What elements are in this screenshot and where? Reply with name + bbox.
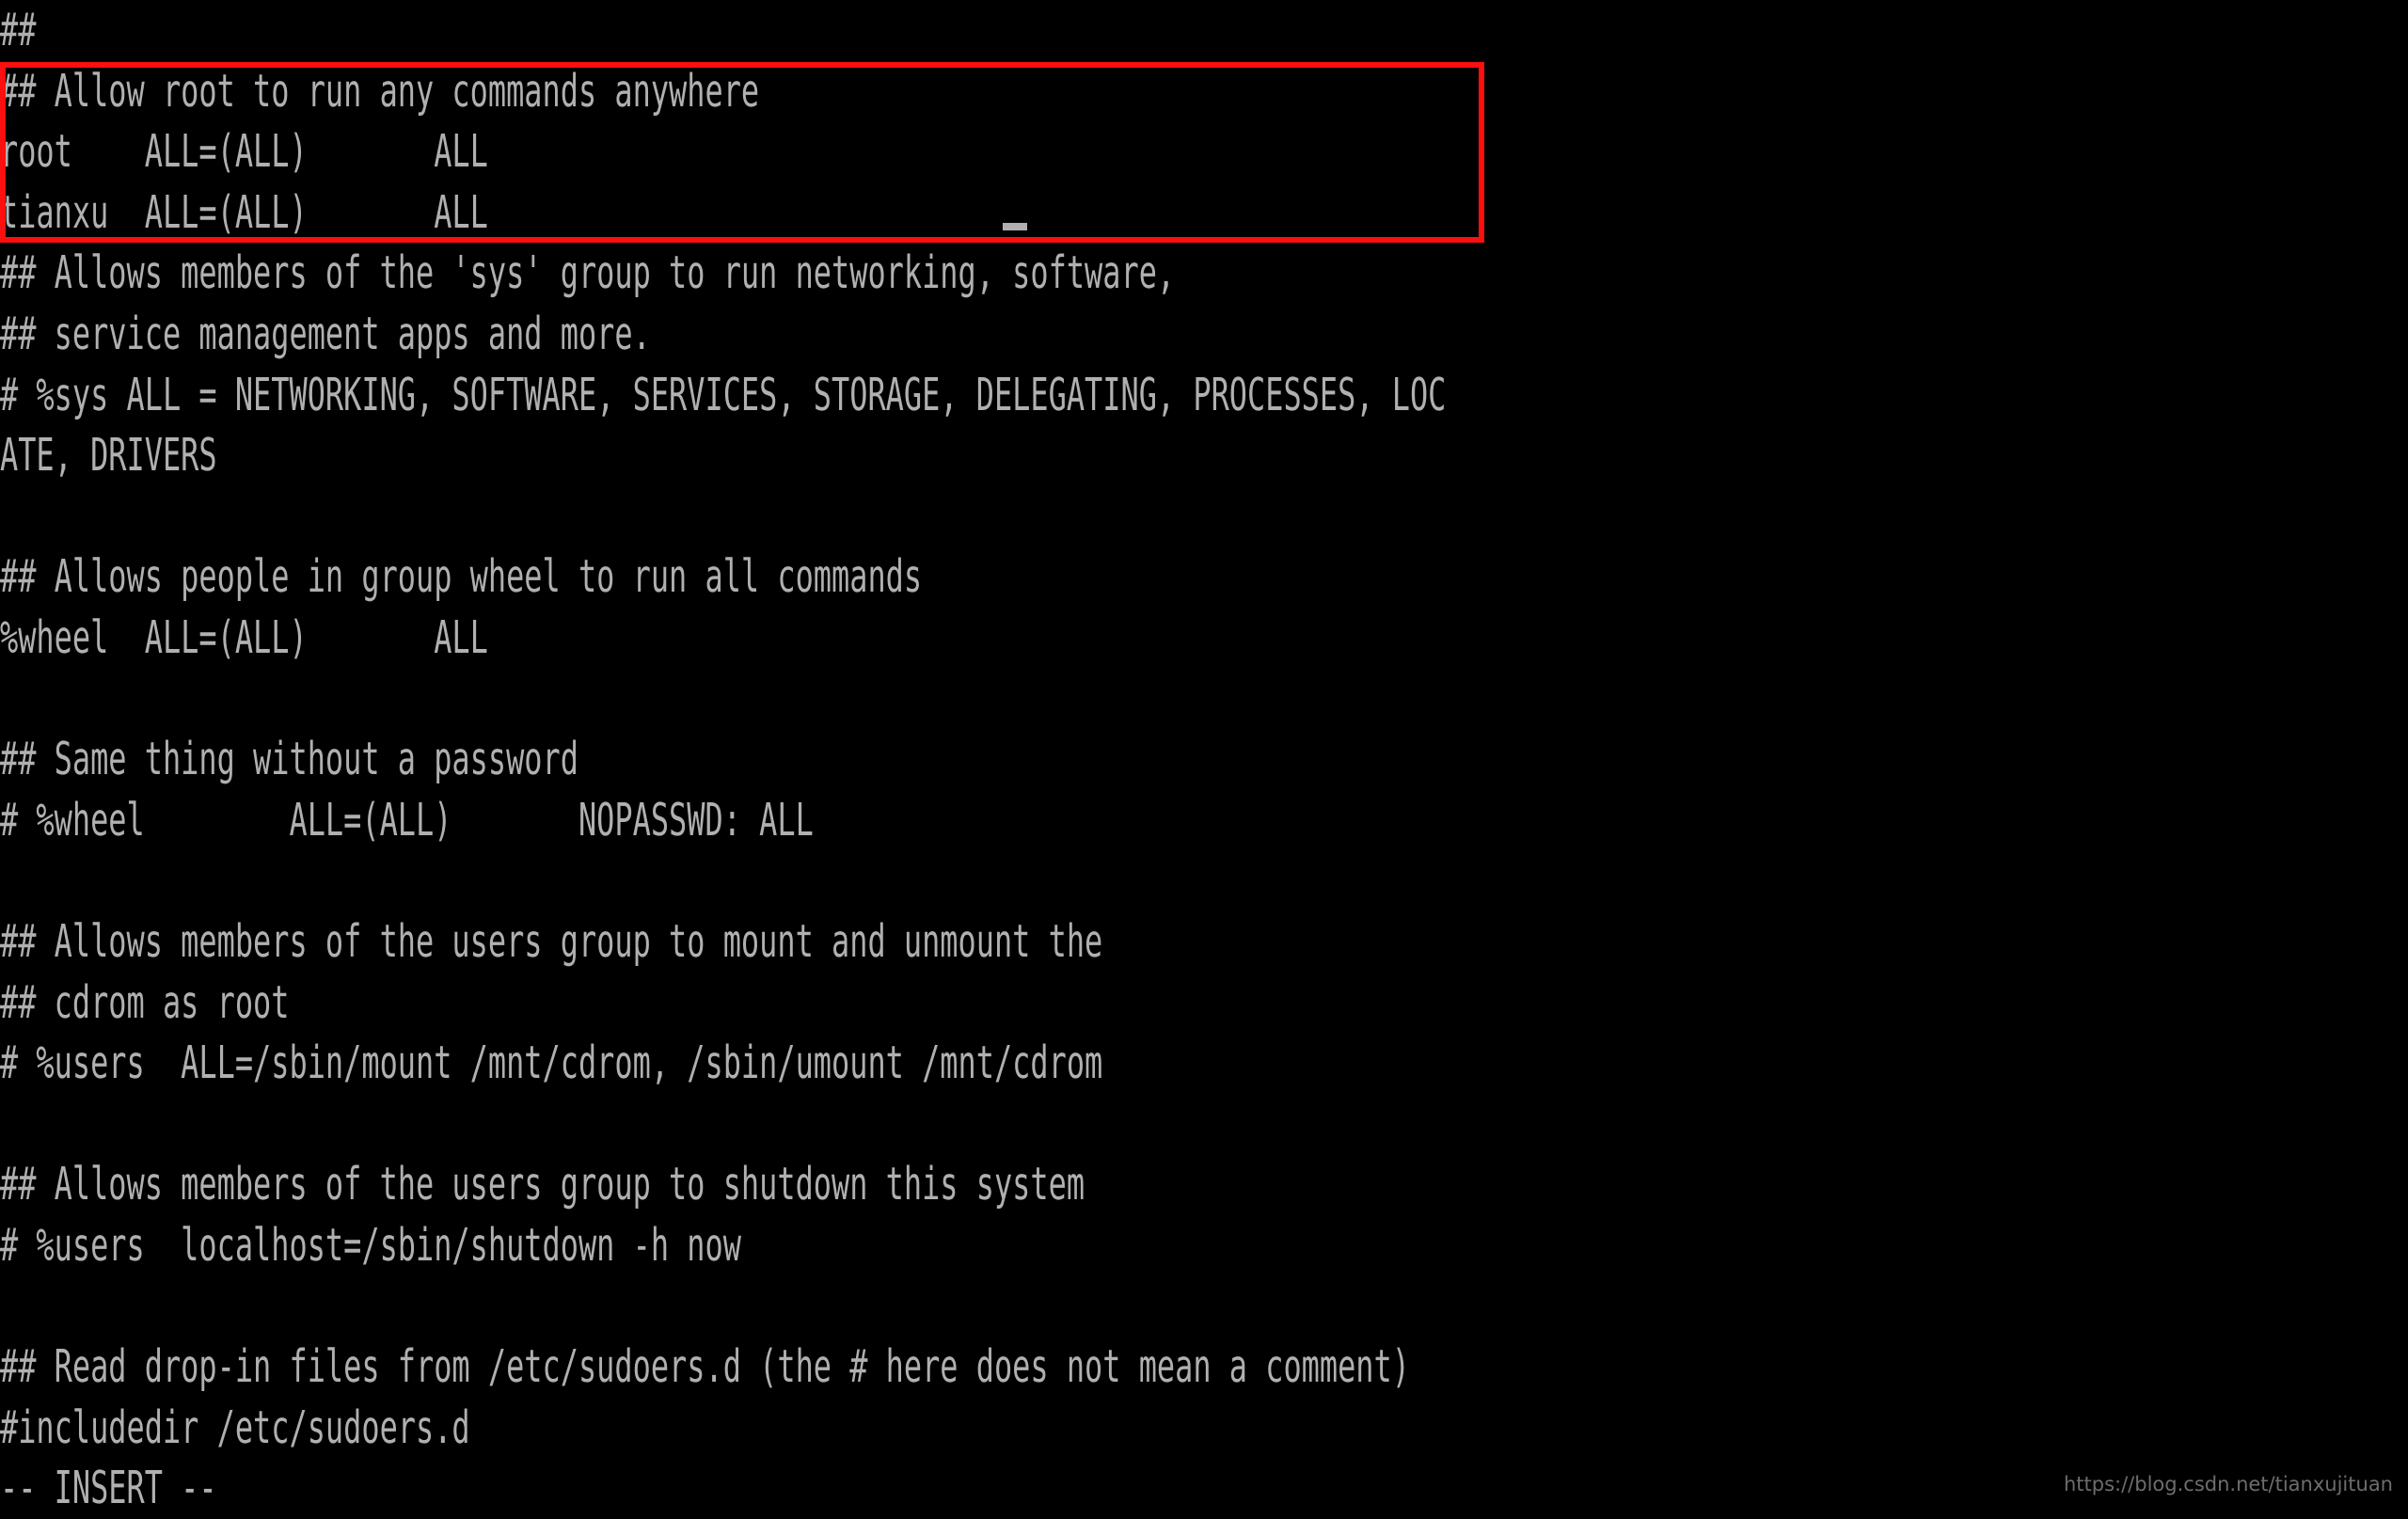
terminal-line: ## Same thing without a password xyxy=(0,733,578,786)
terminal-line: # %wheel ALL=(ALL) NOPASSWD: ALL xyxy=(0,793,814,847)
terminal-line: ## xyxy=(0,4,37,56)
terminal-line: ## Allows people in group wheel to run a… xyxy=(0,550,923,604)
terminal-line: # %users localhost=/sbin/shutdown -h now xyxy=(0,1218,741,1272)
terminal-text-buffer[interactable]: ## ## Allow root to run any commands any… xyxy=(0,0,2408,1519)
terminal-line: ## Read drop-in files from /etc/sudoers.… xyxy=(0,1340,1410,1394)
vim-mode-status: -- INSERT -- xyxy=(0,1462,217,1515)
terminal-line: ## cdrom as root xyxy=(0,975,290,1029)
terminal-screen[interactable]: ## ## Allow root to run any commands any… xyxy=(0,0,2408,1514)
terminal-line: ## Allows members of the users group to … xyxy=(0,914,1103,968)
terminal-line: ATE, DRIVERS xyxy=(0,429,217,483)
terminal-line: ## Allows members of the 'sys' group to … xyxy=(0,246,1176,300)
terminal-line: # %sys ALL = NETWORKING, SOFTWARE, SERVI… xyxy=(0,368,1447,421)
terminal-line: root ALL=(ALL) ALL xyxy=(0,125,488,179)
terminal-line: # %users ALL=/sbin/mount /mnt/cdrom, /sb… xyxy=(0,1036,1103,1090)
watermark-url: https://blog.csdn.net/tianxujituan xyxy=(2063,1473,2393,1495)
text-cursor xyxy=(1003,223,1027,230)
terminal-line: ## Allows members of the users group to … xyxy=(0,1158,1085,1211)
annotation-box-left-edge xyxy=(0,62,6,243)
terminal-line: ## service management apps and more. xyxy=(0,307,651,360)
terminal-line: tianxu ALL=(ALL) ALL xyxy=(0,185,488,239)
terminal-line: %wheel ALL=(ALL) ALL xyxy=(0,610,488,664)
terminal-line: #includedir /etc/sudoers.d xyxy=(0,1400,470,1454)
terminal-line: ## Allow root to run any commands anywhe… xyxy=(0,64,760,118)
